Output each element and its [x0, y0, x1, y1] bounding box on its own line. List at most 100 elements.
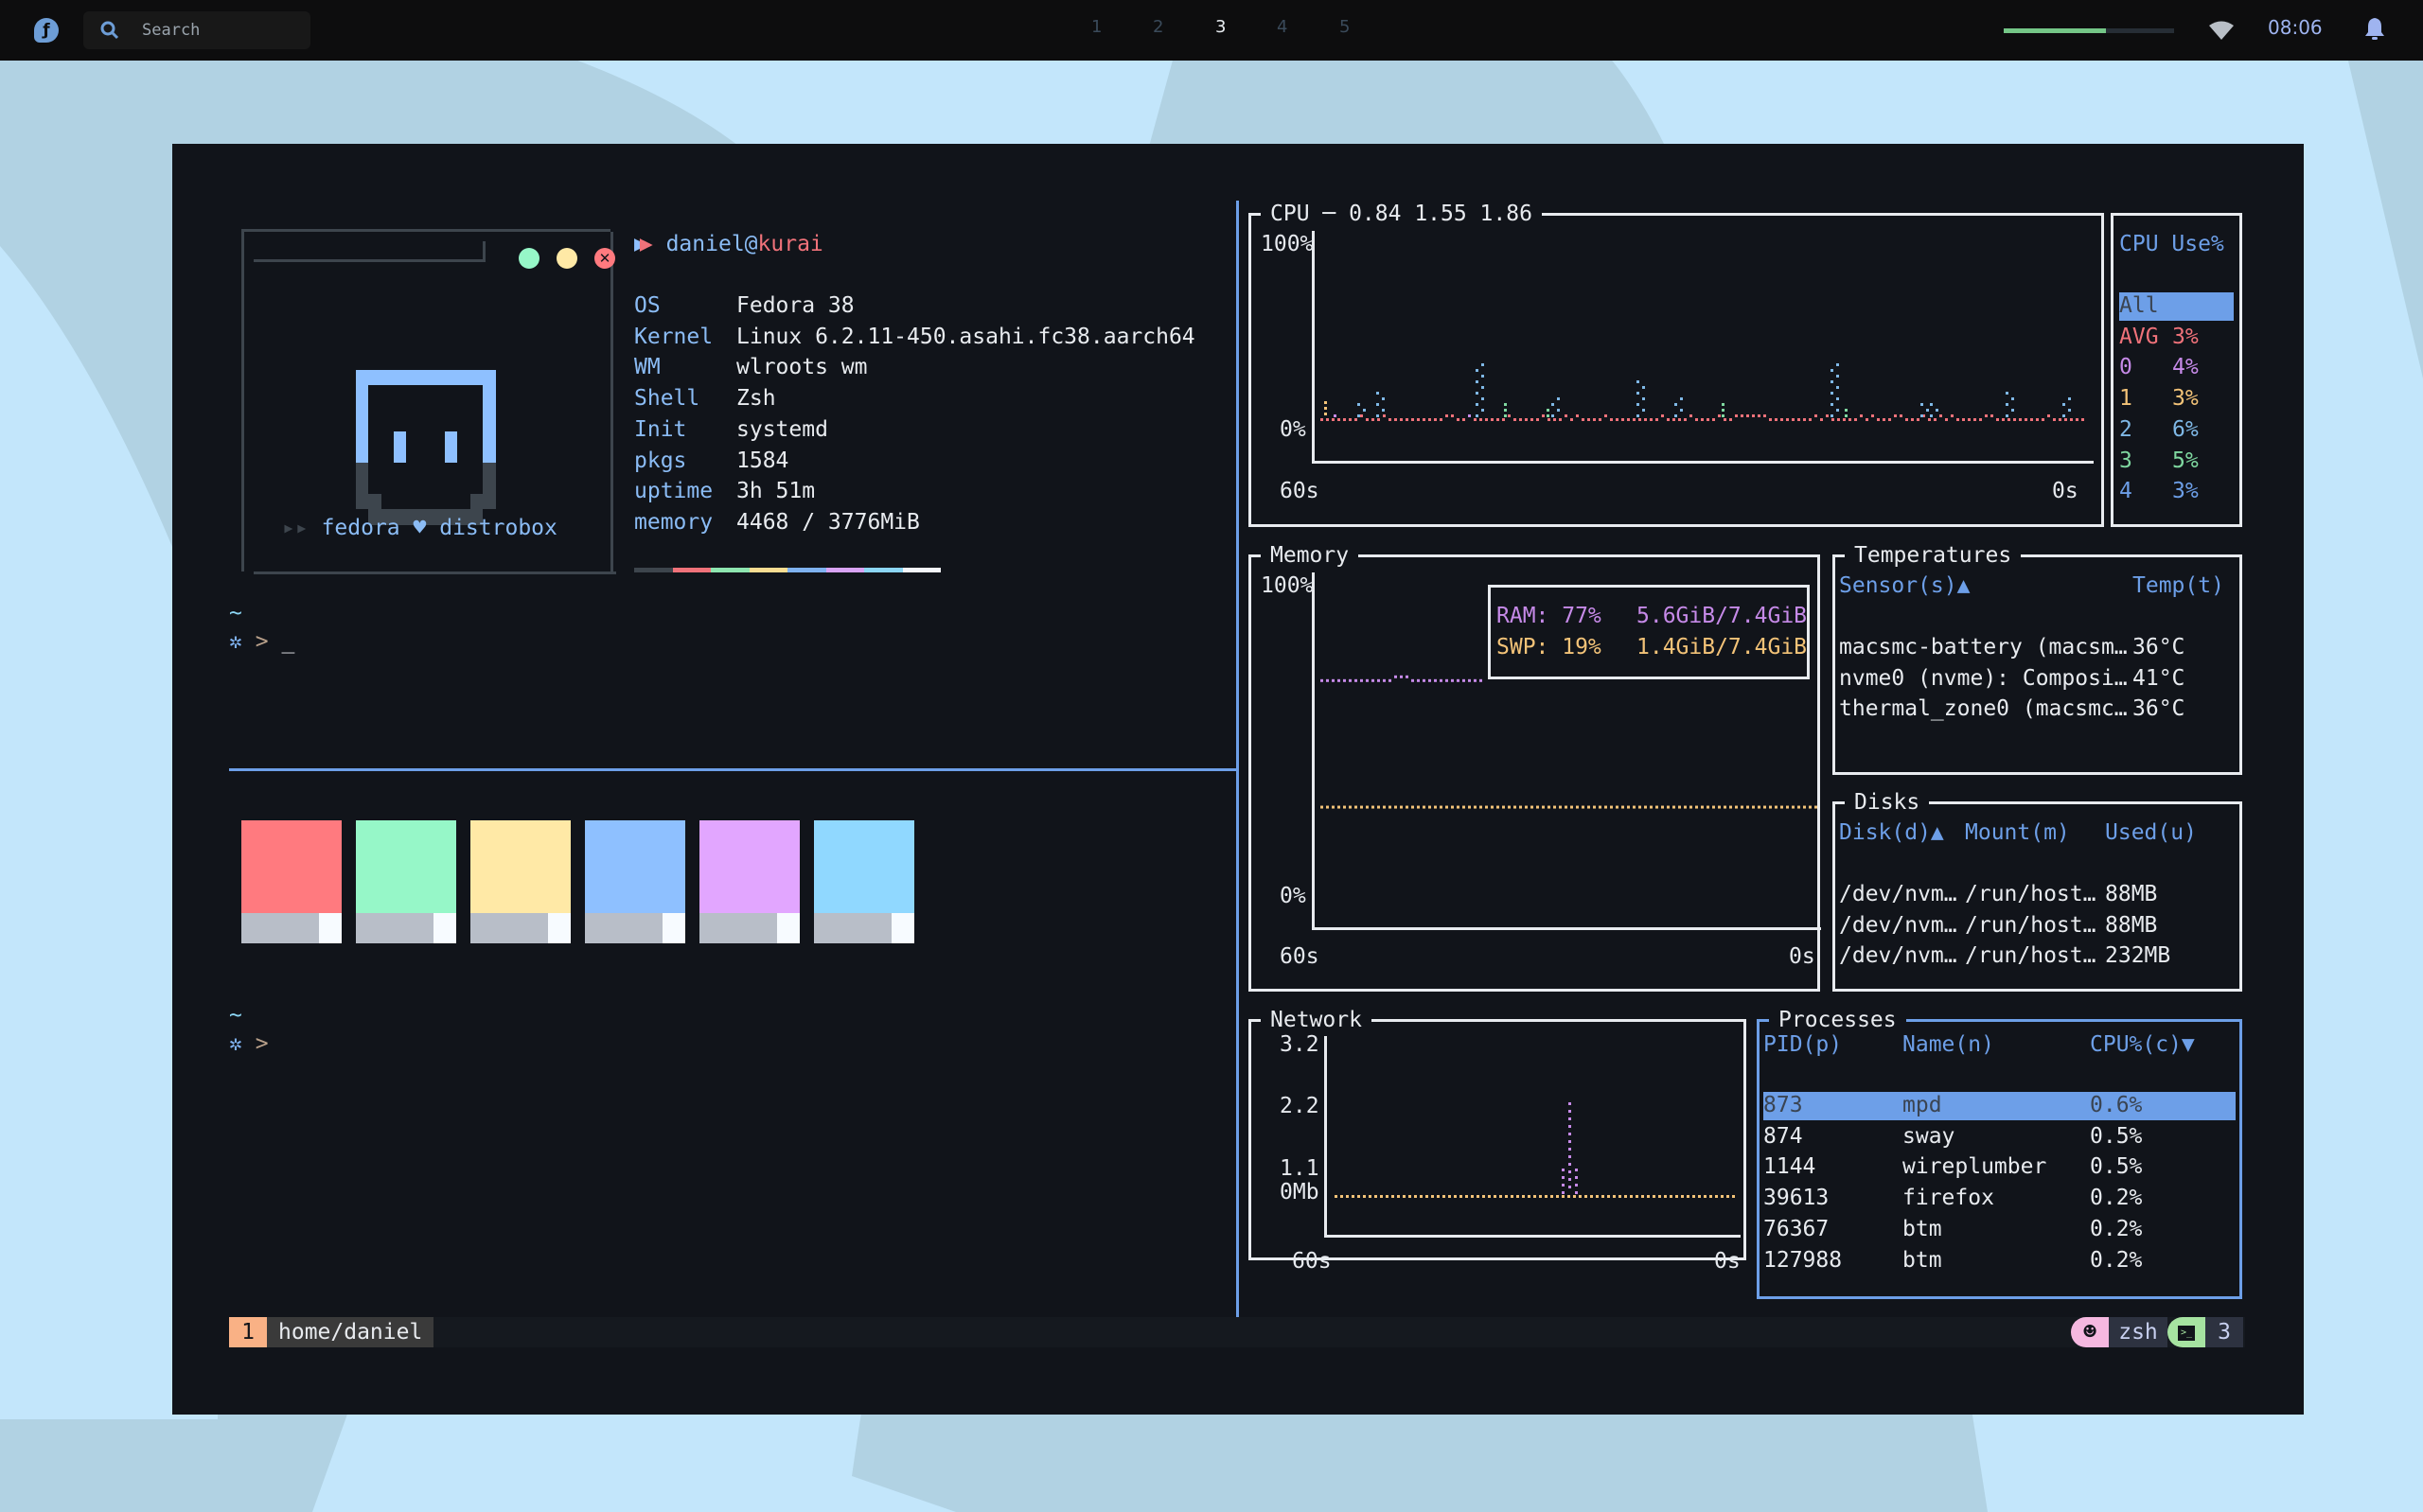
cpu-avg-point	[2042, 418, 2044, 421]
disks-panel[interactable]: Disks Disk(d)▲ Mount(m) Used(u) /dev/nvm…	[1832, 787, 2242, 992]
table-row[interactable]: macsmc-battery (macsm… 36°C	[1839, 634, 2236, 662]
network-rx-point	[1568, 1163, 1571, 1166]
color-strip-segment	[825, 568, 864, 572]
notification-bell-icon[interactable]	[2364, 17, 2385, 42]
network-rx-point	[1568, 1148, 1571, 1151]
cpu-core2-point	[1836, 386, 1839, 389]
table-row[interactable]: 39613 firefox 0.2%	[1763, 1185, 2236, 1213]
temp-header-temp[interactable]: Temp(t)	[2132, 571, 2224, 601]
fetch-key: uptime	[634, 479, 714, 504]
cpu-core2-point	[1476, 403, 1478, 406]
temperatures-panel[interactable]: Temperatures Sensor(s)▲ Temp(t) macsmc-b…	[1832, 540, 2242, 775]
memory-swap-point	[1383, 805, 1386, 809]
network-tx-point	[1363, 1195, 1366, 1198]
cpu-core3-point	[1845, 414, 1848, 417]
memory-swap-point	[1775, 805, 1777, 809]
cpu-legend-item[interactable]: 4 3%	[2119, 478, 2234, 506]
cpu-panel[interactable]: CPU ─ 0.84 1.55 1.86 100% 0% 60s 0s	[1248, 199, 2104, 527]
cpu-legend-item[interactable]: 0 4%	[2119, 354, 2234, 382]
memory-y-min: 0%	[1280, 884, 1306, 908]
workspace-1[interactable]: 1	[1091, 17, 1102, 37]
network-tx-point	[1437, 1195, 1440, 1198]
cpu-core3-point	[1504, 403, 1507, 406]
cpu-core2-point	[1376, 414, 1379, 417]
cpu-avg-point	[1956, 418, 1959, 421]
network-panel[interactable]: Network 3.2 2.2 1.1 0Mb 60s 0s	[1248, 1005, 1746, 1274]
temp-header-sensor[interactable]: Sensor(s)▲	[1839, 571, 1970, 601]
clock[interactable]: 08:06	[2268, 16, 2323, 39]
tagline-fedora: fedora	[321, 516, 400, 540]
table-row[interactable]: 1144 wireplumber 0.5%	[1763, 1153, 2236, 1182]
cpu-core3-point	[1722, 403, 1724, 406]
memory-panel[interactable]: Memory 100% 0% RAM: 77% 5.6GiB/7.4GiB SW…	[1248, 540, 1821, 992]
cpu-legend-panel[interactable]: CPU Use% All AVG 3% 0 4% 1 3% 2 6% 3 5% 4 3%	[2111, 213, 2242, 527]
cpu-legend-item[interactable]: 1 3%	[2119, 385, 2234, 413]
prompt-line[interactable]: ✲ >	[229, 1029, 269, 1059]
cpu-core2-point	[1680, 409, 1683, 412]
table-row[interactable]: 873 mpd 0.6%	[1763, 1092, 2236, 1120]
table-row[interactable]: /dev/nvm… /run/host… 88MB	[1839, 912, 2236, 941]
cpu-core2-point	[1481, 375, 1484, 378]
table-row[interactable]: 127988 btm 0.2%	[1763, 1247, 2236, 1275]
pane-divider-horizontal[interactable]	[229, 768, 1237, 771]
processes-panel[interactable]: Processes PID(p) Name(n) CPU%(c)▼ 873 mpd…	[1757, 1005, 2242, 1299]
disk-header-disk[interactable]: Disk(d)▲	[1839, 818, 1944, 848]
table-row[interactable]: 874 sway 0.5%	[1763, 1123, 2236, 1152]
table-cell: 36°C	[2132, 696, 2185, 722]
cpu-avg-point	[1769, 418, 1772, 421]
memory-ram-point	[1479, 678, 1482, 682]
table-row[interactable]: 76367 btm 0.2%	[1763, 1216, 2236, 1244]
workspace-3[interactable]: 3	[1215, 17, 1226, 37]
window-path[interactable]: home/daniel	[267, 1317, 434, 1347]
cpu-legend-item[interactable]: 3 5%	[2119, 448, 2234, 476]
search-placeholder[interactable]: Search	[142, 21, 200, 40]
disk-header-mount[interactable]: Mount(m)	[1965, 818, 2070, 848]
terminal-window[interactable]: ✕ ▸▸ fedora ♥ distrobox ▶▶ daniel@kurai …	[172, 144, 2304, 1415]
window-index[interactable]: 1	[229, 1317, 267, 1347]
disk-header-used[interactable]: Used(u)	[2105, 818, 2197, 848]
cpu-avg-point	[1366, 418, 1369, 421]
cpu-core2-point	[1476, 414, 1478, 417]
proc-header-cpu[interactable]: CPU%(c)▼	[2090, 1029, 2195, 1060]
cpu-core2-point	[1363, 409, 1366, 412]
workspace-2[interactable]: 2	[1153, 17, 1163, 37]
pane-divider-vertical[interactable]	[1236, 201, 1239, 1317]
table-row[interactable]: thermal_zone0 (macsmc… 36°C	[1839, 695, 2236, 724]
proc-header-pid[interactable]: PID(p)	[1763, 1029, 1842, 1060]
memory-swap-point	[1752, 805, 1755, 809]
memory-swap-point	[1707, 805, 1709, 809]
cpu-core2-point	[1376, 392, 1379, 395]
prompt-line[interactable]: ✲ > _	[229, 626, 294, 657]
double-arrow-icon: ▸▸	[282, 516, 309, 540]
memory-swap-point	[1332, 805, 1335, 809]
cpu-legend-name: 0	[2119, 355, 2132, 380]
cpu-legend-item[interactable]: All	[2119, 292, 2234, 321]
wifi-icon[interactable]	[2209, 21, 2234, 40]
cpu-legend-item[interactable]: 2 6%	[2119, 416, 2234, 445]
proc-header-name[interactable]: Name(n)	[1902, 1029, 1994, 1060]
cpu-y-min: 0%	[1280, 417, 1306, 442]
cpu-core2-point	[1481, 363, 1484, 366]
cpu-legend-item[interactable]: AVG 3%	[2119, 324, 2234, 352]
network-rx-point	[1568, 1125, 1571, 1128]
cpu-avg-point	[1729, 418, 1732, 421]
memory-ram-point	[1400, 675, 1403, 678]
table-row[interactable]: nvme0 (nvme): Composi… 41°C	[1839, 665, 2236, 694]
search-box[interactable]: Search	[83, 11, 310, 49]
network-tx-point	[1442, 1195, 1445, 1198]
network-tx-point	[1579, 1195, 1582, 1198]
cpu-core3-point	[1504, 414, 1507, 417]
memory-swap-point	[1655, 805, 1658, 809]
table-row[interactable]: /dev/nvm… /run/host… 88MB	[1839, 881, 2236, 909]
table-cell: 88MB	[2105, 882, 2158, 906]
fetch-key: Init	[634, 416, 687, 442]
table-row[interactable]: /dev/nvm… /run/host… 232MB	[1839, 942, 2236, 971]
cpu-avg-point	[1599, 418, 1601, 421]
volume-slider[interactable]	[2004, 28, 2174, 33]
cpu-avg-point	[2002, 418, 2005, 421]
fedora-logo-icon[interactable]: ƒ	[34, 18, 59, 43]
swatch-color	[699, 820, 800, 913]
workspace-5[interactable]: 5	[1339, 17, 1350, 37]
cpu-avg-point	[2019, 418, 2022, 421]
workspace-4[interactable]: 4	[1277, 17, 1287, 37]
